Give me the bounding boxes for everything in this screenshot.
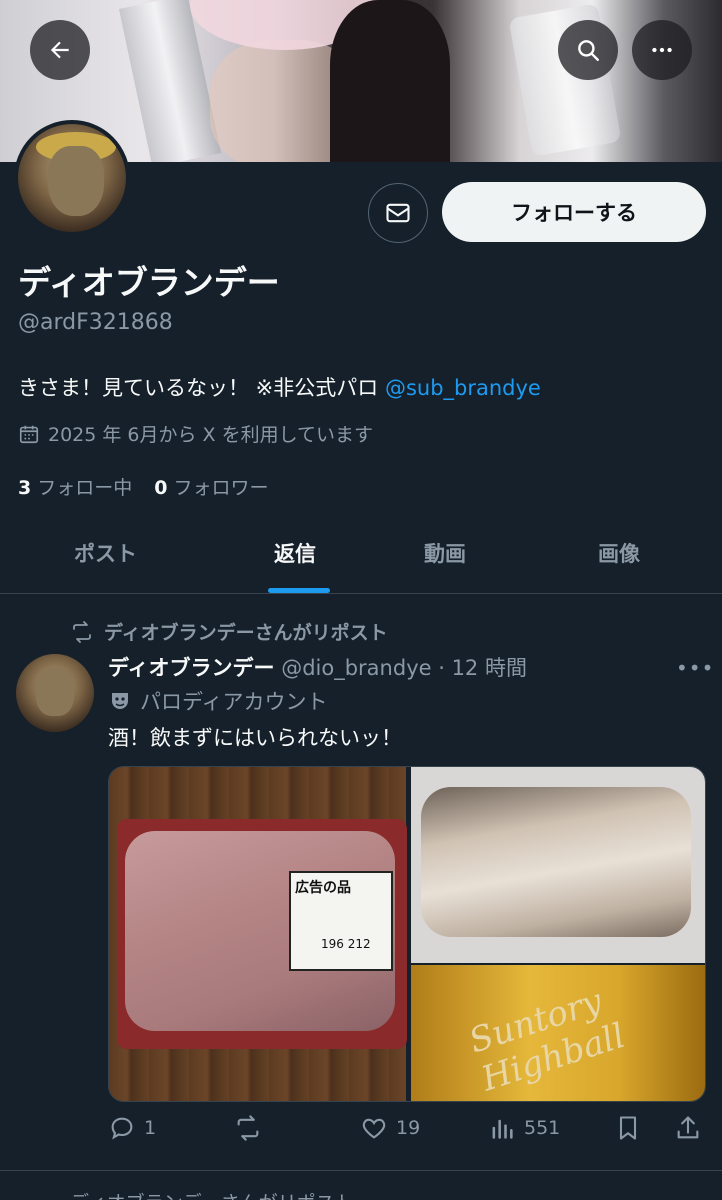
profile-display-name: ディオブランデー (18, 263, 280, 302)
following-count: 3 (18, 477, 32, 499)
heart-icon (362, 1118, 386, 1139)
reply-button[interactable]: 1 (108, 1114, 156, 1142)
active-tab-indicator (268, 588, 330, 593)
bookmark-icon (619, 1116, 637, 1140)
avatar-face (48, 146, 104, 216)
next-repost-notice[interactable]: ディオブランデーさんがリポスト (70, 1188, 354, 1200)
joined-text: 2025 年 6月から X を利用しています (48, 424, 374, 446)
repost-button[interactable] (234, 1114, 270, 1142)
bookmark-button[interactable] (614, 1114, 642, 1142)
repost-icon (73, 620, 91, 643)
tab-replies[interactable]: 返信 (274, 538, 316, 568)
repost-notice-text: ディオブランデーさんがリポスト (104, 622, 388, 644)
tweet-header: ディオブランデー @dio_brandye · 12 時間 (108, 652, 527, 682)
media-photo-raw-fish[interactable]: 広告の品 196 212 (109, 767, 407, 1101)
more-horizontal-icon (652, 47, 672, 53)
profile-tabs: ポスト 返信 動画 画像 (0, 518, 722, 594)
followers-count: 0 (154, 477, 168, 499)
back-button[interactable] (30, 20, 90, 80)
tweet-text: 酒！飲まずにはいられないッ！ (108, 726, 402, 750)
repost-notice[interactable]: ディオブランデーさんがリポスト (70, 618, 388, 645)
like-count: 19 (396, 1117, 421, 1139)
repost-icon (237, 1115, 259, 1141)
price-label: 広告の品 196 212 (289, 871, 393, 971)
cooked-fish (421, 787, 691, 937)
tab-posts[interactable]: ポスト (74, 538, 137, 568)
followers-link[interactable]: 0 フォロワー (154, 473, 268, 500)
tweet-actions: 1 19 551 (108, 1114, 708, 1150)
search-button[interactable] (558, 20, 618, 80)
following-label: フォロー中 (37, 477, 133, 499)
profile-stats: 3 フォロー中 0 フォロワー (18, 473, 269, 500)
bio-mention-link[interactable]: @sub_brandye (385, 376, 541, 400)
price-label-numbers: 196 212 (321, 937, 371, 951)
following-link[interactable]: 3 フォロー中 (18, 473, 132, 500)
reply-icon (111, 1117, 133, 1140)
tweet-media[interactable]: 広告の品 196 212 Suntory Highball (108, 766, 706, 1102)
parody-label: パロディアカウント (140, 690, 328, 714)
message-button[interactable] (368, 183, 428, 243)
arrow-left-icon (50, 41, 69, 59)
search-icon (578, 40, 599, 61)
parody-badge: パロディアカウント (108, 686, 328, 716)
media-photo-highball-can[interactable]: Suntory Highball (411, 965, 705, 1101)
followers-label: フォロワー (173, 477, 269, 499)
tweet-author-name[interactable]: ディオブランデー (108, 656, 275, 680)
mail-icon (386, 203, 410, 223)
joined-date: 2025 年 6月から X を利用しています (18, 420, 373, 447)
profile-avatar[interactable] (14, 120, 130, 236)
mask-icon (112, 693, 128, 709)
tweet-more-icon[interactable]: ••• (676, 656, 714, 680)
tweet-author-meta: @dio_brandye · 12 時間 (274, 656, 527, 680)
media-photo-cooked-fish[interactable] (411, 767, 705, 963)
share-button[interactable] (674, 1114, 702, 1142)
tab-videos[interactable]: 動画 (424, 538, 466, 568)
more-button[interactable] (632, 20, 692, 80)
tweet-avatar-face (36, 668, 74, 716)
price-label-title: 広告の品 (295, 880, 351, 896)
tweet-divider (0, 1170, 722, 1171)
tweet-author-avatar[interactable] (16, 654, 94, 732)
like-button[interactable]: 19 (360, 1114, 420, 1142)
views-icon (492, 1119, 513, 1139)
share-icon (677, 1116, 699, 1139)
views-button[interactable]: 551 (488, 1114, 560, 1142)
can-logo-text: Suntory Highball (464, 981, 630, 1100)
bio-text: きさま！見ているなッ！ ※非公式パロ (18, 376, 385, 400)
follow-button[interactable]: フォローする (442, 182, 706, 242)
profile-handle: @ardF321868 (18, 310, 173, 335)
calendar-icon (19, 425, 39, 443)
tab-images[interactable]: 画像 (598, 538, 640, 568)
profile-bio: きさま！見ているなッ！ ※非公式パロ @sub_brandye (18, 372, 541, 402)
banner-hair (330, 0, 450, 162)
reply-count: 1 (144, 1117, 157, 1139)
views-count: 551 (524, 1117, 561, 1139)
